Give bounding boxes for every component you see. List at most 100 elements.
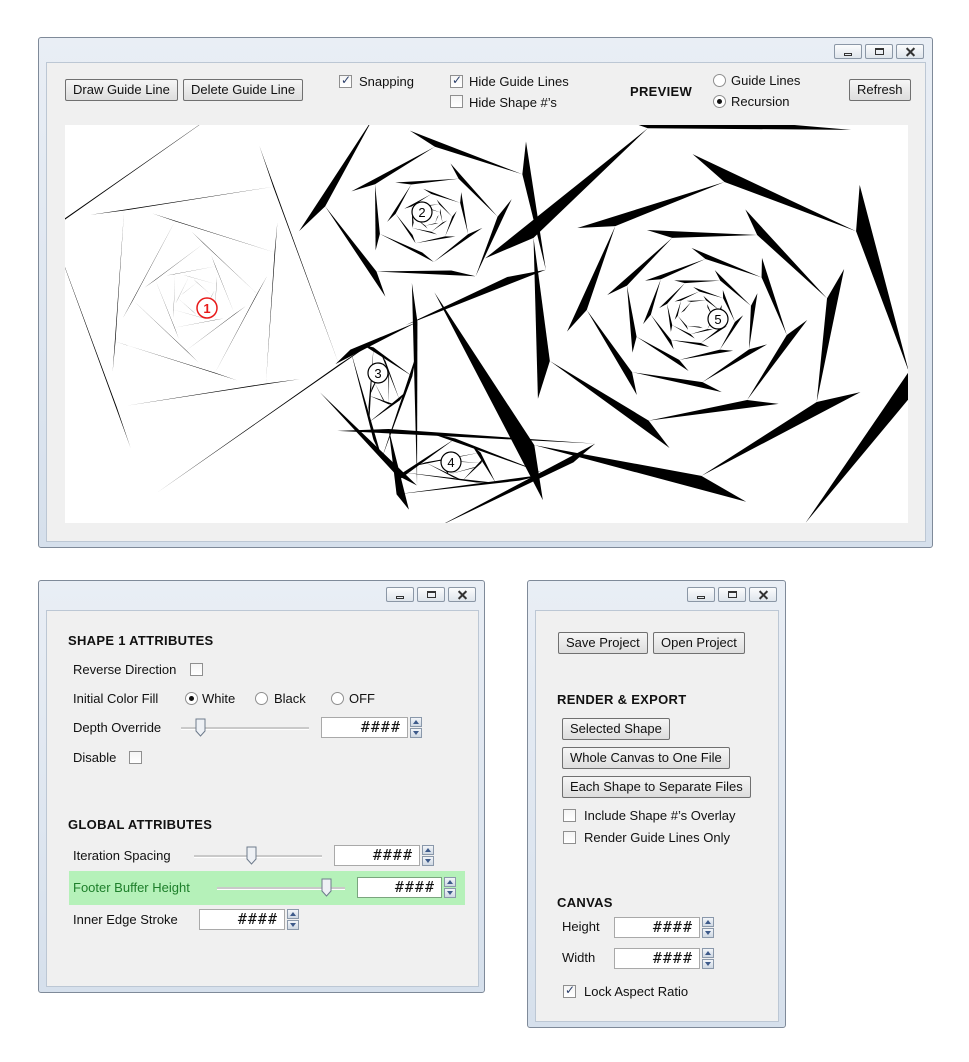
iteration-spacing-label: Iteration Spacing <box>73 848 171 863</box>
spin-up-icon[interactable] <box>410 717 422 727</box>
render-whole-canvas-button[interactable]: Whole Canvas to One File <box>562 747 730 769</box>
shape-window-controls <box>386 587 476 602</box>
render-selected-shape-button[interactable]: Selected Shape <box>562 718 670 740</box>
main-window-controls <box>834 44 924 59</box>
spin-down-icon[interactable] <box>444 888 456 898</box>
spin-up-icon[interactable] <box>287 909 299 919</box>
iteration-spacing-slider-thumb[interactable] <box>246 846 257 865</box>
footer-buffer-height-label: Footer Buffer Height <box>73 880 190 895</box>
spin-up-icon[interactable] <box>702 948 714 958</box>
hide-guide-lines-label: Hide Guide Lines <box>469 74 569 89</box>
main-window: Draw Guide Line Delete Guide Line Snappi… <box>38 37 933 548</box>
spin-up-icon[interactable] <box>422 845 434 855</box>
project-window: Save Project Open Project RENDER & EXPOR… <box>527 580 786 1028</box>
spin-down-icon[interactable] <box>287 920 299 930</box>
render-guides-only-checkbox[interactable] <box>563 831 576 844</box>
recursion-canvas[interactable]: 1 2 3 4 5 <box>65 125 908 523</box>
main-window-body: Draw Guide Line Delete Guide Line Snappi… <box>46 62 926 542</box>
shape-number-3[interactable]: 3 <box>367 362 389 384</box>
render-export-title: RENDER & EXPORT <box>557 692 687 707</box>
delete-guide-line-button[interactable]: Delete Guide Line <box>183 79 304 101</box>
minimize-icon[interactable] <box>834 44 862 59</box>
initial-color-fill-label: Initial Color Fill <box>73 691 159 706</box>
open-project-button[interactable]: Open Project <box>653 632 745 654</box>
color-fill-off-label: OFF <box>349 691 375 706</box>
maximize-icon[interactable] <box>417 587 445 602</box>
maximize-icon[interactable] <box>718 587 746 602</box>
canvas-height-input[interactable]: #### <box>614 917 700 938</box>
minimize-icon[interactable] <box>687 587 715 602</box>
render-guides-only-label: Render Guide Lines Only <box>584 830 730 845</box>
canvas-height-label: Height <box>562 919 600 934</box>
canvas-width-input[interactable]: #### <box>614 948 700 969</box>
preview-label: PREVIEW <box>630 84 693 99</box>
minimize-icon[interactable] <box>386 587 414 602</box>
refresh-button[interactable]: Refresh <box>849 79 911 101</box>
shape-attributes-window: SHAPE 1 ATTRIBUTES Reverse Direction Ini… <box>38 580 485 993</box>
inner-edge-stroke-input[interactable]: #### <box>199 909 285 930</box>
svg-text:5: 5 <box>714 312 721 327</box>
shape-number-2[interactable]: 2 <box>411 201 433 223</box>
canvas-width-label: Width <box>562 950 596 965</box>
project-window-controls <box>687 587 777 602</box>
footer-buffer-slider-thumb[interactable] <box>321 878 332 897</box>
spin-up-icon[interactable] <box>444 877 456 887</box>
svg-text:1: 1 <box>203 301 210 316</box>
shape-number-1[interactable]: 1 <box>196 297 218 319</box>
spin-down-icon[interactable] <box>702 959 714 969</box>
project-window-body: Save Project Open Project RENDER & EXPOR… <box>535 610 779 1022</box>
svg-text:4: 4 <box>447 455 454 470</box>
preview-recursion-label: Recursion <box>731 94 790 109</box>
lock-aspect-checkbox[interactable] <box>563 983 576 998</box>
close-icon[interactable] <box>896 44 924 59</box>
depth-override-input[interactable]: #### <box>321 717 408 738</box>
shape-attributes-title: SHAPE 1 ATTRIBUTES <box>68 633 214 648</box>
close-icon[interactable] <box>448 587 476 602</box>
color-fill-black-label: Black <box>274 691 306 706</box>
iteration-spacing-spinner[interactable] <box>422 845 434 867</box>
canvas-title: CANVAS <box>557 895 613 910</box>
save-project-button[interactable]: Save Project <box>558 632 648 654</box>
color-fill-off-radio[interactable] <box>331 692 344 705</box>
svg-text:2: 2 <box>418 205 425 220</box>
footer-buffer-spinner[interactable] <box>444 877 456 899</box>
close-icon[interactable] <box>749 587 777 602</box>
snapping-checkbox[interactable] <box>339 73 352 88</box>
disable-label: Disable <box>73 750 117 765</box>
canvas-height-spinner[interactable] <box>702 917 714 939</box>
depth-override-slider-thumb[interactable] <box>195 718 206 737</box>
preview-guide-lines-radio[interactable] <box>713 74 726 87</box>
reverse-direction-checkbox[interactable] <box>190 663 203 676</box>
canvas-width-spinner[interactable] <box>702 948 714 970</box>
color-fill-black-radio[interactable] <box>255 692 268 705</box>
spin-down-icon[interactable] <box>422 856 434 866</box>
iteration-spacing-slider-track[interactable] <box>194 855 322 858</box>
snapping-label: Snapping <box>359 74 414 89</box>
hide-shape-numbers-label: Hide Shape #’s <box>469 95 557 110</box>
shape-number-5[interactable]: 5 <box>707 308 729 330</box>
draw-guide-line-button[interactable]: Draw Guide Line <box>65 79 178 101</box>
preview-guide-lines-label: Guide Lines <box>731 73 801 88</box>
inner-edge-stroke-spinner[interactable] <box>287 909 299 931</box>
include-overlay-label: Include Shape #’s Overlay <box>584 808 736 823</box>
hide-guide-lines-checkbox[interactable] <box>450 73 463 88</box>
render-each-shape-button[interactable]: Each Shape to Separate Files <box>562 776 751 798</box>
inner-edge-stroke-label: Inner Edge Stroke <box>73 912 178 927</box>
svg-text:3: 3 <box>374 366 381 381</box>
lock-aspect-label: Lock Aspect Ratio <box>584 984 689 999</box>
shape-window-body: SHAPE 1 ATTRIBUTES Reverse Direction Ini… <box>46 610 479 987</box>
maximize-icon[interactable] <box>865 44 893 59</box>
spin-down-icon[interactable] <box>702 928 714 938</box>
disable-checkbox[interactable] <box>129 751 142 764</box>
spin-up-icon[interactable] <box>702 917 714 927</box>
shape-number-4[interactable]: 4 <box>440 451 462 473</box>
iteration-spacing-input[interactable]: #### <box>334 845 420 866</box>
preview-recursion-radio[interactable] <box>713 95 726 108</box>
depth-override-spinner[interactable] <box>410 717 422 739</box>
include-overlay-checkbox[interactable] <box>563 809 576 822</box>
global-attributes-title: GLOBAL ATTRIBUTES <box>68 817 213 832</box>
footer-buffer-height-input[interactable]: #### <box>357 877 442 898</box>
color-fill-white-radio[interactable] <box>185 692 198 705</box>
spin-down-icon[interactable] <box>410 728 422 738</box>
hide-shape-numbers-checkbox[interactable] <box>450 95 463 108</box>
